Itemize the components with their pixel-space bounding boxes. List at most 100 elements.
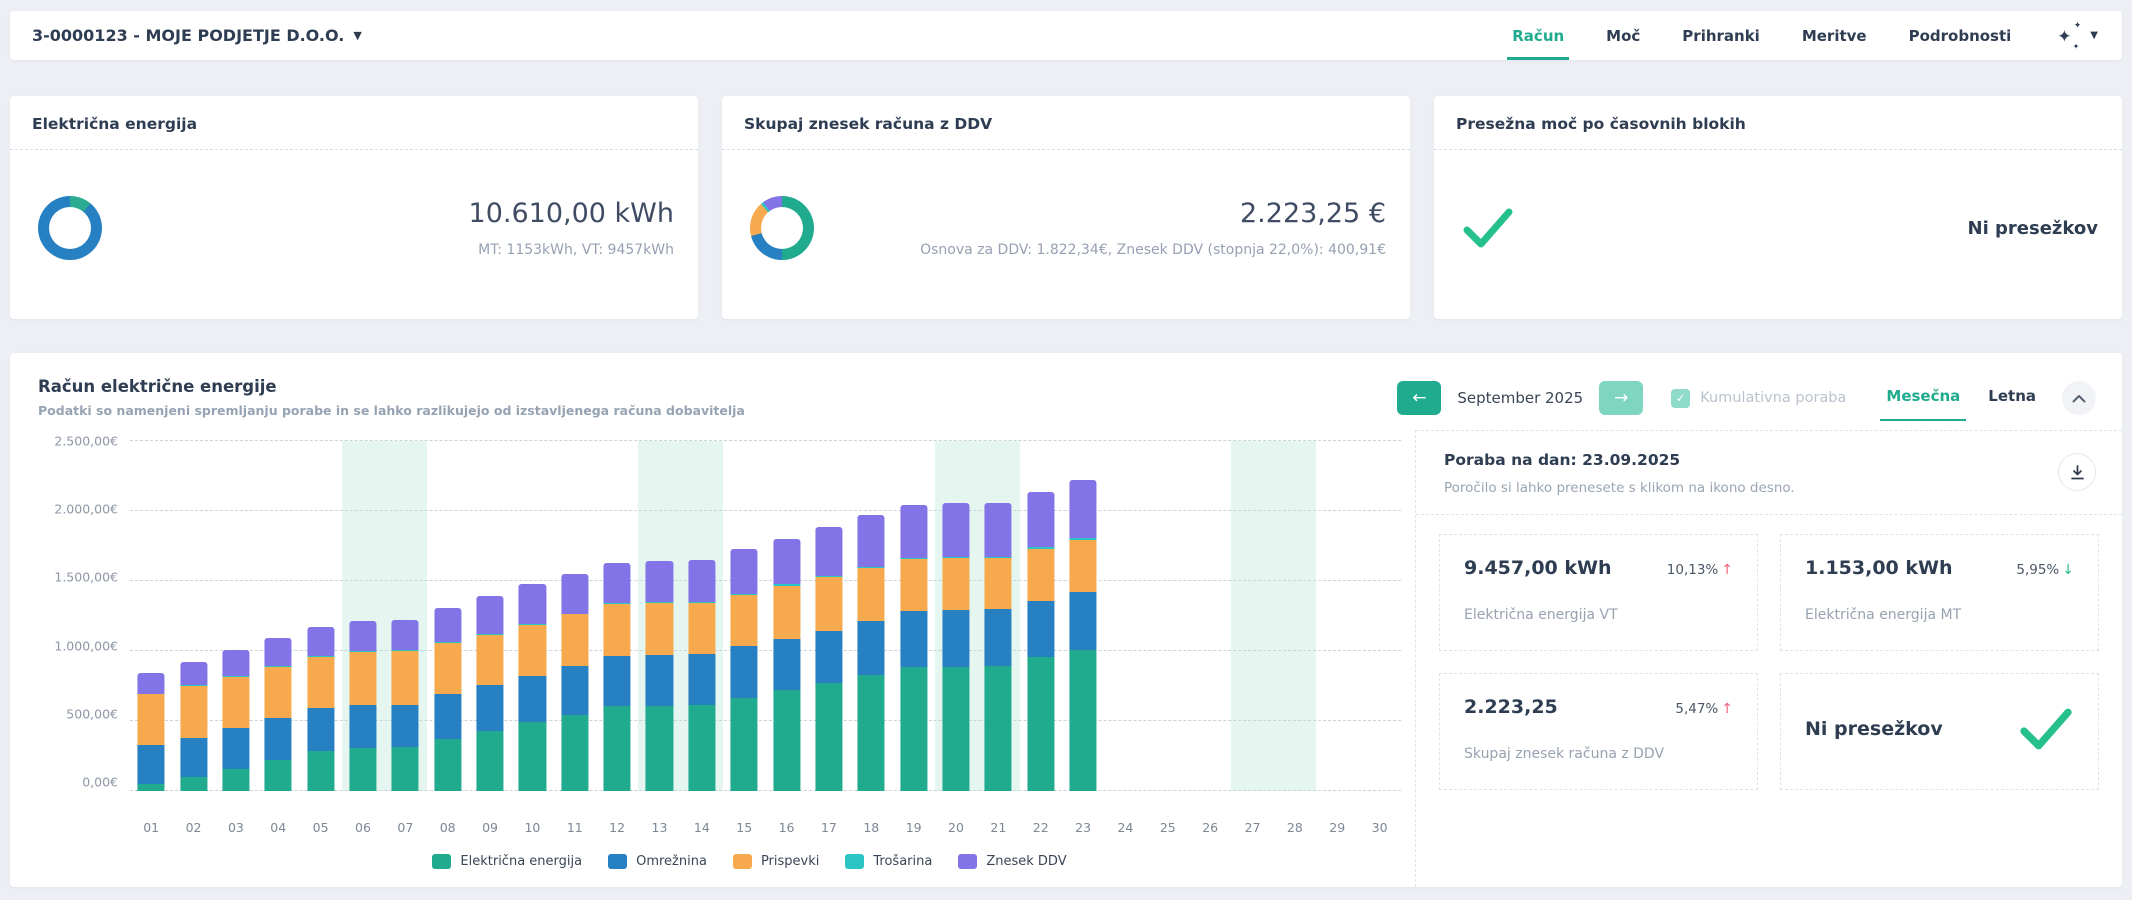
stacked-bar-day-17[interactable]	[815, 441, 842, 791]
stat-percent-change: 5,47%↑	[1675, 701, 1733, 717]
cumulative-checkbox[interactable]: ✓	[1671, 389, 1690, 408]
stat-cell-elektri-na-energija-mt: 1.153,00 kWh5,95%↓Električna energija MT	[1780, 534, 2099, 651]
bar-segment-znesek-ddv	[519, 584, 546, 624]
chart-day-slot-11	[554, 441, 596, 791]
bar-segment-znesek-ddv	[688, 560, 715, 602]
stacked-bar-day-15[interactable]	[731, 441, 758, 791]
stacked-bar-day-11[interactable]	[561, 441, 588, 791]
y-axis-tick: 2.500,00€	[54, 434, 118, 449]
y-axis-tick: 1.500,00€	[54, 570, 118, 585]
bar-segment-elektri-na-energija	[1027, 657, 1054, 791]
stacked-bar-day-13[interactable]	[646, 441, 673, 791]
bar-segment-prispevki	[180, 686, 207, 738]
x-axis-tick: 13	[638, 820, 680, 835]
x-axis-tick: 01	[130, 820, 172, 835]
previous-month-button[interactable]: ←	[1397, 381, 1441, 415]
stacked-bar-day-04[interactable]	[265, 441, 292, 791]
nav-item-mo[interactable]: Moč	[1606, 11, 1640, 60]
chart-day-slot-08	[427, 441, 469, 791]
bar-segment-prispevki	[646, 603, 673, 655]
x-axis-tick: 21	[977, 820, 1019, 835]
stacked-bar-day-12[interactable]	[604, 441, 631, 791]
bar-segment-elektri-na-energija	[815, 683, 842, 792]
legend-swatch	[845, 854, 864, 869]
stacked-bar-day-14[interactable]	[688, 441, 715, 791]
nav-item-ra-un[interactable]: Račun	[1512, 11, 1564, 60]
stacked-bar-day-01[interactable]	[138, 441, 165, 791]
tab-mese-na[interactable]: Mesečna	[1886, 387, 1960, 409]
chart-day-slot-01	[130, 441, 172, 791]
bar-segment-znesek-ddv	[858, 515, 885, 567]
nav-item-podrobnosti[interactable]: Podrobnosti	[1909, 11, 2012, 60]
x-axis-tick: 07	[384, 820, 426, 835]
stacked-bar-day-07[interactable]	[392, 441, 419, 791]
bar-segment-elektri-na-energija	[265, 760, 292, 791]
stacked-bar-day-22[interactable]	[1027, 441, 1054, 791]
stacked-bar-day-18[interactable]	[858, 441, 885, 791]
x-axis-labels: 0102030405060708091011121314151617181920…	[130, 812, 1401, 842]
x-axis-tick: 09	[469, 820, 511, 835]
legend-item-omre-nina[interactable]: Omrežnina	[608, 854, 707, 869]
x-axis-tick: 05	[299, 820, 341, 835]
legend-item-znesek-ddv[interactable]: Znesek DDV	[958, 854, 1066, 869]
bar-segment-omre-nina	[900, 611, 927, 666]
chart-day-slot-20	[935, 441, 977, 791]
assistant-menu[interactable]: ✦✦✦ ▼	[2057, 23, 2098, 49]
chart-day-slot-17	[808, 441, 850, 791]
bar-segment-znesek-ddv	[985, 503, 1012, 557]
bar-segment-omre-nina	[265, 718, 292, 760]
chart-day-slot-13	[638, 441, 680, 791]
stacked-bar-day-10[interactable]	[519, 441, 546, 791]
bar-segment-prispevki	[731, 595, 758, 647]
bar-segment-znesek-ddv	[731, 549, 758, 594]
bar-segment-omre-nina	[138, 745, 165, 784]
invoice-total-value: 2.223,25 €	[920, 198, 1386, 229]
chart-title: Račun električne energije	[38, 377, 745, 396]
legend-item-tro-arina[interactable]: Trošarina	[845, 854, 932, 869]
bar-segment-znesek-ddv	[307, 627, 334, 656]
bar-segment-elektri-na-energija	[1070, 650, 1097, 791]
bar-segment-omre-nina	[942, 610, 969, 667]
dashboard-page: 3-0000123 - MOJE PODJETJE D.O.O. ▼ Račun…	[0, 0, 2132, 887]
stacked-bar-day-03[interactable]	[222, 441, 249, 791]
bar-segment-znesek-ddv	[1070, 480, 1097, 539]
stacked-bar-day-05[interactable]	[307, 441, 334, 791]
chart-slots	[130, 441, 1401, 791]
stacked-bar-day-02[interactable]	[180, 441, 207, 791]
bar-segment-elektri-na-energija	[900, 667, 927, 791]
stacked-bar-day-19[interactable]	[900, 441, 927, 791]
stacked-bar-day-16[interactable]	[773, 441, 800, 791]
nav-item-prihranki[interactable]: Prihranki	[1682, 11, 1760, 60]
bar-segment-znesek-ddv	[138, 673, 165, 694]
chart-day-slot-27	[1231, 441, 1273, 791]
legend-item-elektri-na-energija[interactable]: Električna energija	[432, 854, 582, 869]
bar-segment-omre-nina	[688, 654, 715, 705]
stat-label: Električna energija MT	[1805, 607, 2074, 623]
x-axis-tick: 11	[554, 820, 596, 835]
chart-day-slot-22	[1020, 441, 1062, 791]
stacked-bar-day-21[interactable]	[985, 441, 1012, 791]
chart-day-slot-04	[257, 441, 299, 791]
nav-item-meritve[interactable]: Meritve	[1802, 11, 1867, 60]
next-month-button[interactable]: →	[1599, 381, 1643, 415]
download-report-button[interactable]	[2058, 453, 2096, 491]
cumulative-checkbox-label: Kumulativna poraba	[1700, 390, 1846, 406]
bar-segment-omre-nina	[476, 685, 503, 731]
stacked-bar-day-09[interactable]	[476, 441, 503, 791]
stacked-bar-day-06[interactable]	[349, 441, 376, 791]
bar-segment-omre-nina	[731, 646, 758, 698]
chart-day-slot-03	[215, 441, 257, 791]
collapse-button[interactable]	[2062, 381, 2096, 415]
legend-item-prispevki[interactable]: Prispevki	[733, 854, 819, 869]
bar-segment-elektri-na-energija	[985, 666, 1012, 791]
bar-segment-prispevki	[392, 651, 419, 704]
y-axis-tick: 2.000,00€	[54, 502, 118, 517]
company-selector[interactable]: 3-0000123 - MOJE PODJETJE D.O.O. ▼	[32, 26, 362, 45]
stacked-bar-day-23[interactable]	[1070, 441, 1097, 791]
stat-value: 1.153,00 kWh	[1805, 557, 1953, 579]
stacked-bar-day-20[interactable]	[942, 441, 969, 791]
tab-letna[interactable]: Letna	[1988, 387, 2036, 409]
stacked-bar-day-08[interactable]	[434, 441, 461, 791]
chart-day-slot-07	[384, 441, 426, 791]
bar-segment-znesek-ddv	[773, 539, 800, 584]
